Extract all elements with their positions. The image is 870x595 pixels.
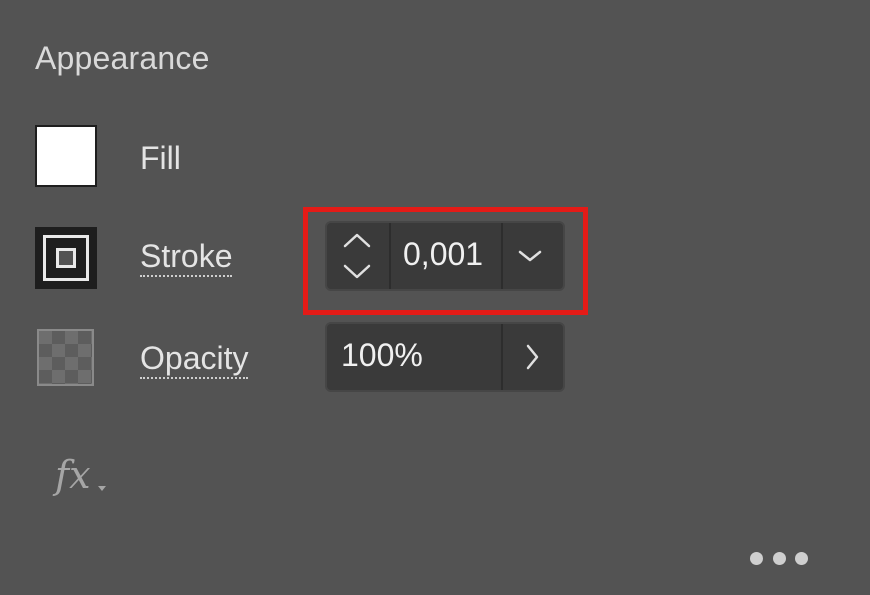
stroke-weight-stepper[interactable] bbox=[327, 223, 391, 289]
more-dot bbox=[750, 551, 763, 565]
more-options-icon[interactable] bbox=[750, 545, 808, 571]
panel-title: Appearance bbox=[35, 40, 210, 76]
opacity-input[interactable]: 100% bbox=[327, 324, 503, 390]
stroke-swatch-inner bbox=[56, 248, 76, 268]
opacity-control[interactable]: 100% bbox=[325, 322, 565, 392]
stroke-weight-input[interactable]: 0,001 bbox=[391, 223, 503, 289]
fx-icon[interactable]: fx bbox=[55, 450, 115, 500]
stroke-label-wrap[interactable]: Stroke bbox=[140, 238, 233, 277]
more-dot bbox=[795, 551, 808, 565]
stroke-weight-dropdown-button[interactable] bbox=[503, 223, 563, 289]
fx-label: fx bbox=[55, 453, 91, 497]
stroke-label[interactable]: Stroke bbox=[140, 238, 233, 277]
opacity-label[interactable]: Opacity bbox=[140, 340, 249, 379]
opacity-panel-button[interactable] bbox=[503, 324, 563, 390]
appearance-panel: Appearance Fill Stroke 0,001 Opacity 100 bbox=[0, 0, 870, 595]
fill-label[interactable]: Fill bbox=[140, 140, 181, 177]
opacity-label-wrap[interactable]: Opacity bbox=[140, 340, 249, 379]
chevron-down-icon[interactable] bbox=[503, 223, 565, 289]
up-down-stepper-icon[interactable] bbox=[327, 223, 387, 289]
stroke-swatch-outer bbox=[43, 235, 89, 281]
stroke-swatch[interactable] bbox=[35, 227, 97, 289]
opacity-swatch[interactable] bbox=[37, 329, 94, 386]
stroke-weight-control[interactable]: 0,001 bbox=[325, 221, 565, 291]
more-dot bbox=[772, 551, 786, 565]
fx-caret-icon bbox=[98, 486, 106, 491]
fill-swatch[interactable] bbox=[35, 125, 97, 187]
chevron-right-icon[interactable] bbox=[503, 324, 565, 390]
